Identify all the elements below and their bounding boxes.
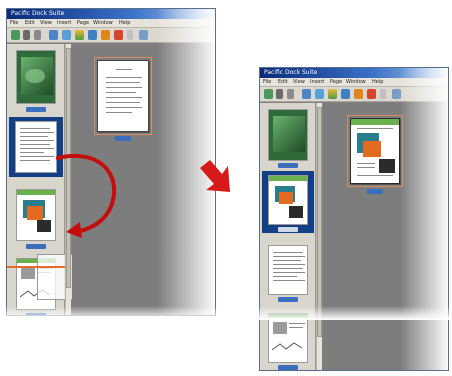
paste-icon[interactable] bbox=[49, 30, 58, 40]
page-number-label bbox=[278, 163, 298, 168]
copy-icon[interactable] bbox=[34, 30, 41, 40]
left-menu-file[interactable]: File bbox=[10, 20, 18, 26]
heart-icon[interactable] bbox=[367, 89, 376, 99]
page-number-label bbox=[278, 297, 298, 302]
redo-icon[interactable] bbox=[23, 30, 30, 40]
right-menu-insert[interactable]: Insert bbox=[310, 79, 324, 85]
heart-icon[interactable] bbox=[114, 30, 123, 40]
page-thumbnail-selected[interactable] bbox=[268, 175, 308, 225]
new-page-icon[interactable] bbox=[62, 30, 71, 40]
copy-icon[interactable] bbox=[287, 89, 294, 99]
tutorial-stage: Pacific Dock Suite File Edit View Insert… bbox=[0, 0, 452, 376]
gray-block bbox=[273, 322, 287, 334]
leaf-image bbox=[25, 69, 45, 83]
page-number-label bbox=[278, 227, 298, 232]
color-icon[interactable] bbox=[101, 30, 110, 40]
right-menu-view[interactable]: View bbox=[293, 79, 305, 85]
right-menu-bar: File Edit View Insert Page Window Help bbox=[260, 78, 448, 87]
page-number-label bbox=[278, 365, 298, 370]
page-thumbnail[interactable] bbox=[16, 50, 56, 104]
cut-icon[interactable] bbox=[88, 30, 97, 40]
right-menu-file[interactable]: File bbox=[263, 79, 271, 85]
scrollbar-thumb[interactable] bbox=[317, 107, 322, 337]
image-icon[interactable] bbox=[75, 30, 84, 40]
left-window-title: Pacific Dock Suite bbox=[11, 10, 65, 17]
new-page-icon[interactable] bbox=[315, 89, 324, 99]
green-header-band bbox=[17, 190, 55, 195]
undo-icon[interactable] bbox=[264, 89, 273, 99]
current-page-preview bbox=[350, 118, 400, 184]
settings-icon[interactable] bbox=[392, 89, 401, 99]
page-thumbnail-selected[interactable] bbox=[15, 121, 57, 173]
page-number-label bbox=[26, 244, 46, 249]
dark-block bbox=[379, 159, 395, 173]
settings-icon[interactable] bbox=[139, 30, 148, 40]
right-app-window: Pacific Dock Suite File Edit View Insert… bbox=[259, 67, 449, 371]
right-title-bar[interactable]: Pacific Dock Suite bbox=[260, 68, 448, 78]
left-menu-view[interactable]: View bbox=[40, 20, 52, 26]
left-toolbar bbox=[7, 28, 215, 43]
page-thumbnail[interactable] bbox=[268, 245, 308, 295]
orange-block bbox=[27, 206, 43, 220]
help-icon[interactable] bbox=[127, 30, 133, 40]
drag-arrow-icon bbox=[56, 153, 117, 238]
page-thumbnail[interactable] bbox=[268, 313, 308, 363]
orange-block bbox=[279, 192, 293, 204]
page-thumbnail[interactable] bbox=[268, 109, 308, 161]
drop-insertion-line bbox=[7, 266, 65, 268]
current-page-preview bbox=[97, 60, 149, 132]
right-workspace bbox=[323, 103, 448, 370]
gray-block bbox=[21, 267, 35, 279]
right-thumbnail-scrollbar[interactable] bbox=[316, 103, 322, 370]
help-icon[interactable] bbox=[380, 89, 386, 99]
page-thumbnail[interactable] bbox=[16, 189, 56, 241]
cut-icon[interactable] bbox=[341, 89, 350, 99]
drag-ghost-thumbnail bbox=[37, 254, 77, 300]
page-number-label bbox=[26, 313, 46, 315]
right-thumbnail-panel bbox=[260, 103, 316, 370]
right-menu-page[interactable]: Page bbox=[330, 79, 342, 85]
redo-icon[interactable] bbox=[276, 89, 283, 99]
color-icon[interactable] bbox=[354, 89, 363, 99]
left-menu-bar: File Edit View Insert Page Window Help bbox=[7, 19, 215, 28]
left-menu-page[interactable]: Page bbox=[77, 20, 89, 26]
orange-block bbox=[363, 141, 381, 157]
transition-arrow-icon bbox=[200, 160, 230, 192]
left-menu-help[interactable]: Help bbox=[119, 20, 130, 26]
green-header-band bbox=[269, 176, 307, 181]
page-number-label bbox=[115, 136, 131, 141]
green-header-band bbox=[351, 119, 399, 125]
paste-icon[interactable] bbox=[302, 89, 311, 99]
dark-block bbox=[37, 220, 51, 232]
image-icon[interactable] bbox=[328, 89, 337, 99]
cover-image bbox=[273, 116, 305, 152]
left-menu-window[interactable]: Window bbox=[93, 20, 113, 26]
undo-icon[interactable] bbox=[11, 30, 20, 40]
page-number-label bbox=[367, 189, 383, 194]
dark-block bbox=[289, 206, 303, 218]
right-menu-window[interactable]: Window bbox=[346, 79, 366, 85]
right-menu-edit[interactable]: Edit bbox=[278, 79, 288, 85]
left-title-bar[interactable]: Pacific Dock Suite bbox=[7, 9, 215, 19]
left-menu-insert[interactable]: Insert bbox=[57, 20, 71, 26]
page-number-label bbox=[26, 107, 46, 112]
green-header-band bbox=[269, 314, 307, 318]
right-toolbar bbox=[260, 87, 448, 102]
right-menu-help[interactable]: Help bbox=[372, 79, 383, 85]
right-window-title: Pacific Dock Suite bbox=[264, 69, 318, 76]
left-menu-edit[interactable]: Edit bbox=[25, 20, 35, 26]
line-chart-icon bbox=[272, 342, 303, 351]
